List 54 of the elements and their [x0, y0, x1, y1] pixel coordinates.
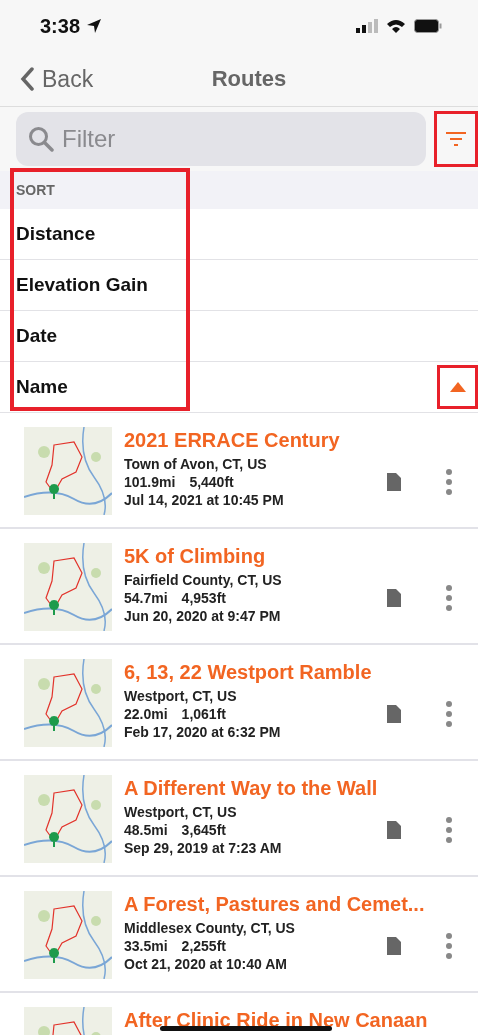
document-icon[interactable]: [386, 588, 402, 608]
location-arrow-icon: [86, 18, 103, 34]
route-elevation: 5,440ft: [189, 473, 234, 491]
route-location: Fairfield County, CT, US: [124, 571, 282, 589]
sort-option[interactable]: Date: [16, 325, 58, 347]
chevron-left-icon: [20, 67, 34, 91]
search-icon: [28, 126, 54, 152]
more-icon[interactable]: [446, 933, 452, 959]
route-date: Sep 29, 2019 at 7:23 AM: [124, 839, 282, 857]
document-icon[interactable]: [386, 820, 402, 840]
route-location: Town of Avon, CT, US: [124, 455, 268, 473]
filter-field[interactable]: Filter: [16, 112, 426, 166]
document-icon[interactable]: [386, 936, 402, 956]
route-location: Middlesex County, CT, US: [124, 919, 295, 937]
sort-option[interactable]: Elevation Gain: [16, 274, 148, 296]
more-icon[interactable]: [446, 701, 452, 727]
filter-icon: [446, 132, 466, 146]
status-time: 3:38: [40, 14, 81, 38]
more-icon[interactable]: [446, 817, 452, 843]
battery-icon: [414, 19, 442, 33]
route-location: Westport, CT, US: [124, 687, 238, 705]
route-elevation: 4,953ft: [181, 589, 226, 607]
triangle-up-icon: [449, 382, 466, 392]
document-icon[interactable]: [386, 472, 402, 492]
filter-button[interactable]: [434, 111, 478, 167]
back-button[interactable]: Back: [20, 65, 94, 93]
route-date: Feb 17, 2020 at 6:32 PM: [124, 723, 281, 741]
sort-option[interactable]: Distance: [16, 223, 96, 245]
route-distance: 101.9mi: [124, 473, 176, 491]
route-title[interactable]: A Forest, Pastures and Cemet...: [124, 891, 478, 917]
wifi-icon: [386, 18, 406, 34]
more-icon[interactable]: [446, 585, 452, 611]
route-distance: 33.5mi: [124, 937, 168, 955]
route-distance: 48.5mi: [124, 821, 168, 839]
route-location: Westport, CT, US: [124, 803, 238, 821]
route-distance: 54.7mi: [124, 589, 168, 607]
route-date: Jul 14, 2021 at 10:45 PM: [124, 491, 284, 509]
route-title[interactable]: 2021 ERRACE Century: [124, 427, 478, 453]
document-icon[interactable]: [386, 704, 402, 724]
route-elevation: 3,645ft: [181, 821, 226, 839]
route-date: Oct 21, 2020 at 10:40 AM: [124, 955, 288, 973]
route-date: Jun 20, 2020 at 9:47 PM: [124, 607, 282, 625]
route-title[interactable]: A Different Way to the Wall: [124, 775, 478, 801]
route-elevation: 2,255ft: [181, 937, 226, 955]
route-title[interactable]: 5K of Climbing: [124, 543, 478, 569]
route-elevation: 1,061ft: [181, 705, 226, 723]
signal-icon: [356, 19, 378, 33]
route-distance: 22.0mi: [124, 705, 168, 723]
more-icon[interactable]: [446, 469, 452, 495]
route-title[interactable]: 6, 13, 22 Westport Ramble: [124, 659, 478, 685]
sort-option[interactable]: Name: [16, 376, 68, 398]
screen-title: Routes: [211, 66, 287, 92]
sort-header: SORT: [16, 182, 55, 198]
sort-direction-button[interactable]: [437, 365, 478, 409]
